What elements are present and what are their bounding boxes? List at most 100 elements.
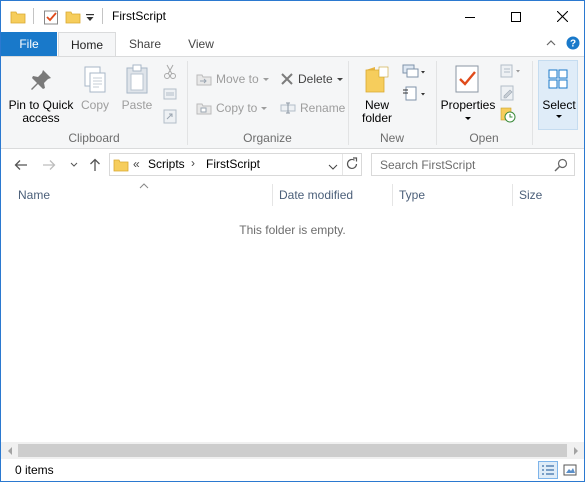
search-input[interactable]	[380, 157, 550, 173]
scroll-left-icon[interactable]	[1, 442, 18, 459]
details-view-button[interactable]	[538, 461, 558, 479]
status-bar: 0 items	[1, 459, 584, 481]
tab-file[interactable]: File	[1, 32, 57, 56]
new-folder-quick-icon[interactable]	[65, 8, 81, 26]
breadcrumb-firstscript[interactable]: FirstScript	[206, 157, 260, 171]
column-separator[interactable]	[512, 184, 513, 206]
back-arrow-icon	[14, 160, 27, 170]
close-button[interactable]	[539, 1, 585, 32]
pin-to-quick-access-button[interactable]: Pin to Quick access	[5, 99, 77, 125]
forward-arrow-icon	[43, 160, 56, 170]
organize-group-label: Organize	[243, 131, 292, 145]
move-to-button[interactable]: Move to	[196, 68, 269, 90]
folder-icon	[113, 157, 129, 176]
details-view-icon	[542, 465, 554, 475]
forward-button[interactable]	[39, 155, 59, 175]
back-button[interactable]	[11, 155, 31, 175]
horizontal-scrollbar[interactable]	[1, 442, 584, 459]
recent-locations-button[interactable]	[64, 155, 84, 175]
move-to-dropdown-icon	[262, 77, 269, 81]
address-overflow[interactable]: «	[133, 157, 140, 171]
minimize-button[interactable]	[447, 1, 493, 32]
history-icon[interactable]	[500, 107, 516, 126]
column-header-size[interactable]: Size	[519, 182, 542, 208]
paste-button[interactable]: Paste	[117, 99, 157, 112]
ribbon-home: Pin to Quick access Copy Paste Clipboard…	[1, 56, 584, 149]
window-title: FirstScript	[112, 9, 166, 23]
select-dropdown-icon	[539, 115, 579, 118]
rename-icon	[280, 102, 296, 114]
up-button[interactable]	[85, 155, 105, 175]
copy-to-button[interactable]: Copy to	[196, 97, 268, 119]
new-folder-icon	[363, 64, 391, 97]
paste-icon	[124, 63, 150, 98]
address-bar[interactable]: « Scripts › FirstScript	[109, 153, 362, 176]
address-divider	[342, 154, 343, 175]
paste-shortcut-icon[interactable]	[163, 108, 177, 127]
copy-to-icon	[196, 103, 212, 115]
properties-dropdown-icon	[438, 112, 498, 125]
copy-path-icon[interactable]	[163, 87, 177, 104]
collapse-ribbon-icon[interactable]	[545, 37, 557, 52]
breadcrumb-scripts[interactable]: Scripts	[148, 157, 185, 171]
copy-icon	[82, 65, 108, 98]
move-to-label: Move to	[216, 72, 259, 86]
svg-text:?: ?	[570, 39, 576, 50]
tab-home[interactable]: Home	[58, 32, 116, 57]
maximize-button[interactable]	[493, 1, 539, 32]
refresh-icon[interactable]	[345, 157, 359, 174]
tab-share[interactable]: Share	[120, 32, 170, 56]
customize-toolbar-icon[interactable]	[85, 8, 95, 26]
new-item-icon[interactable]	[402, 63, 426, 84]
navigation-bar: « Scripts › FirstScript	[1, 150, 584, 180]
quick-access-separator	[33, 8, 34, 24]
explorer-window: FirstScript File Home Share View ? Pin t…	[0, 0, 585, 482]
scroll-right-icon[interactable]	[567, 442, 584, 459]
delete-x-icon	[281, 73, 293, 85]
large-icons-view-button[interactable]	[560, 461, 580, 479]
title-separator	[102, 8, 103, 24]
pin-label-line2: access	[22, 111, 60, 125]
properties-icon	[454, 64, 480, 97]
search-box[interactable]	[371, 153, 575, 176]
cut-icon[interactable]	[163, 64, 177, 83]
sort-ascending-icon	[139, 178, 149, 192]
new-folder-button[interactable]: New folder	[354, 99, 400, 125]
search-icon[interactable]	[554, 158, 568, 175]
select-button[interactable]: Select	[538, 60, 578, 130]
open-icon[interactable]	[500, 63, 522, 82]
rename-label: Rename	[300, 101, 346, 115]
select-label: Select	[542, 98, 576, 112]
column-header-type[interactable]: Type	[399, 182, 425, 208]
rename-button[interactable]: Rename	[280, 97, 345, 119]
clipboard-group-label: Clipboard	[68, 131, 120, 145]
up-arrow-icon	[90, 158, 100, 171]
delete-button[interactable]: Delete	[280, 68, 343, 90]
move-to-icon	[196, 74, 212, 86]
folder-icon	[10, 8, 26, 26]
breadcrumb-separator[interactable]: ›	[191, 156, 195, 170]
column-separator[interactable]	[392, 184, 393, 206]
properties-check-icon[interactable]	[43, 8, 59, 26]
title-bar: FirstScript	[1, 1, 584, 32]
delete-label: Delete	[298, 72, 333, 86]
ribbon-separator	[532, 61, 533, 145]
copy-button[interactable]: Copy	[77, 99, 113, 112]
copy-to-label: Copy to	[216, 101, 258, 115]
column-header-date-modified[interactable]: Date modified	[279, 182, 353, 208]
empty-folder-message: This folder is empty.	[239, 223, 346, 237]
open-group-label: Open	[469, 131, 499, 145]
help-icon[interactable]: ?	[566, 36, 580, 53]
properties-button[interactable]: Properties	[438, 99, 498, 125]
scrollbar-thumb[interactable]	[18, 444, 567, 457]
pin-icon	[28, 67, 54, 96]
delete-dropdown-icon	[336, 77, 343, 81]
column-separator[interactable]	[272, 184, 273, 206]
column-header-name[interactable]: Name	[18, 182, 50, 208]
edit-icon[interactable]	[500, 85, 516, 104]
new-folder-line2: folder	[361, 111, 393, 125]
chevron-down-icon	[70, 162, 78, 167]
tab-view[interactable]: View	[177, 32, 225, 56]
address-dropdown-icon[interactable]	[328, 160, 338, 174]
easy-access-icon[interactable]	[402, 85, 426, 106]
